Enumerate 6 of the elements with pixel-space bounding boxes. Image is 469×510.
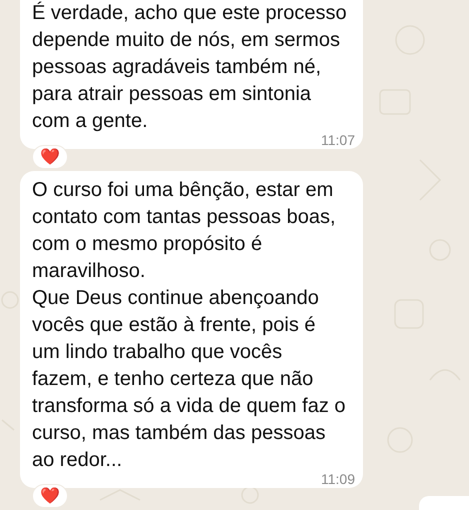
reaction-badge[interactable]: ❤	[32, 484, 68, 508]
message-time: 11:07	[321, 135, 355, 146]
message-time: 11:09	[321, 474, 355, 485]
message-text: É verdade, acho que este processo depende muito de nós, em sermos pessoas agradáveis também né, para atrair pessoas em sintonia com a gente.	[32, 0, 347, 134]
message-text: O curso foi uma bênção, estar em contato com tantas pessoas boas, com o mesmo propósito é maravilhoso. Que Deus continue abençoando vocês que estão à frente, pois é um lindo trabalho que vocês fazem, e tenho certeza que não transforma só a vida de quem faz o curso, mas também das pessoas ao redor...	[32, 178, 346, 473]
reaction-badge[interactable]: ❤	[32, 145, 68, 169]
